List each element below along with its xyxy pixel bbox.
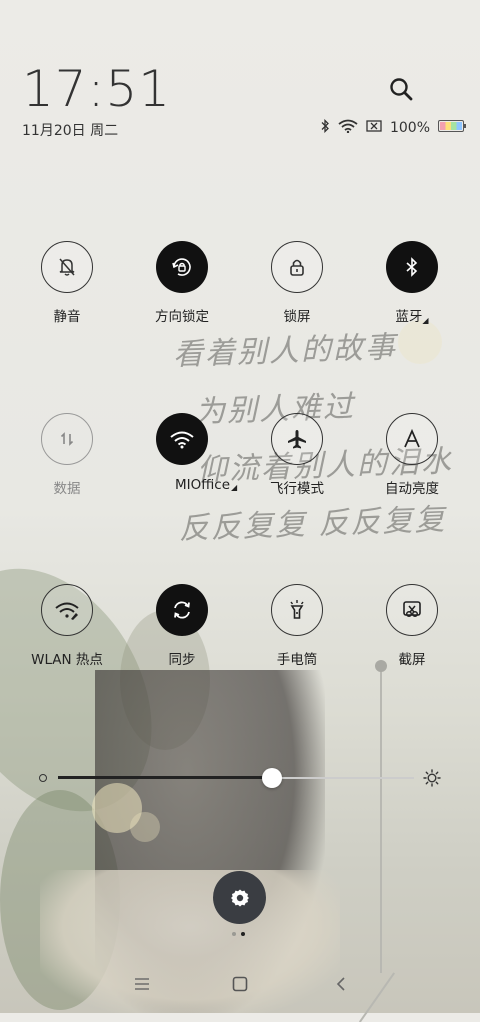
toggle-label-text: MIOffice xyxy=(175,477,231,493)
battery-percent: 100% xyxy=(389,120,430,136)
handwriting-line: 看着别人的故事 xyxy=(172,329,398,373)
toggle-label: 方向锁定 xyxy=(155,309,209,325)
toggle-mobile-data[interactable]: 数据 xyxy=(12,413,122,497)
search-icon[interactable] xyxy=(386,74,418,106)
settings-button[interactable] xyxy=(213,871,266,924)
back-icon xyxy=(336,977,345,991)
toggle-rotation-lock[interactable]: 方向锁定 xyxy=(127,241,237,325)
clock-time[interactable]: 17:51 xyxy=(22,60,171,118)
battery-icon xyxy=(438,120,466,136)
toggle-mute[interactable]: 静音 xyxy=(12,241,122,325)
sync-icon xyxy=(156,584,208,636)
menu-caret-icon[interactable]: ◢ xyxy=(422,316,428,325)
toggle-label: 静音 xyxy=(53,309,81,325)
brightness-low-icon xyxy=(39,774,47,782)
flashlight-icon xyxy=(271,584,323,636)
toggle-lock-screen[interactable]: 锁屏 xyxy=(242,241,352,325)
toggle-label-text: 蓝牙 xyxy=(395,309,423,325)
lock-icon xyxy=(271,241,323,293)
toggle-label: 同步 xyxy=(168,652,196,668)
toggle-label: 蓝牙◢ xyxy=(357,305,467,325)
toggle-label: 数据 xyxy=(53,481,81,497)
bell-off-icon xyxy=(41,241,93,293)
nav-back-button[interactable] xyxy=(329,972,353,996)
mobile-data-icon xyxy=(41,413,93,465)
toggle-label: MIOffice xyxy=(175,477,233,493)
brightness-slider-handle[interactable] xyxy=(261,768,282,788)
background-figure-sweater xyxy=(40,870,340,1013)
page-dot-active xyxy=(241,932,245,936)
toggle-screenshot[interactable]: 截屏 xyxy=(357,584,467,668)
screenshot-icon xyxy=(386,584,438,636)
rotation-lock-icon xyxy=(156,241,208,293)
decorative-dot xyxy=(375,660,387,672)
no-sim-icon xyxy=(366,120,382,136)
menu-icon xyxy=(135,978,149,990)
toggle-label: 飞行模式 xyxy=(270,481,324,497)
menu-caret-icon[interactable]: ◢ xyxy=(231,483,237,492)
toggle-label: 手电筒 xyxy=(276,652,318,668)
toggle-label: 自动亮度 xyxy=(385,481,439,497)
auto-brightness-icon xyxy=(386,413,438,465)
status-bar: 100% xyxy=(320,118,466,137)
decorative-line xyxy=(358,972,395,1022)
nav-menu-button[interactable] xyxy=(130,972,154,996)
hotspot-icon xyxy=(41,584,93,636)
brightness-slider-fill xyxy=(58,776,272,779)
toggle-sync[interactable]: 同步 xyxy=(127,584,237,668)
toggle-flashlight[interactable]: 手电筒 xyxy=(242,584,352,668)
bluetooth-icon xyxy=(320,118,330,137)
toggle-hotspot[interactable]: WLAN 热点 xyxy=(12,584,122,668)
page-indicator xyxy=(232,932,245,936)
toggle-wifi[interactable]: MIOffice ◢ xyxy=(127,413,237,493)
toggle-bluetooth[interactable]: 蓝牙◢ xyxy=(357,241,467,325)
wifi-icon xyxy=(338,119,358,137)
airplane-icon xyxy=(271,413,323,465)
toggle-label: 锁屏 xyxy=(283,309,311,325)
wifi-icon xyxy=(156,413,208,465)
toggle-label: WLAN 热点 xyxy=(31,652,103,668)
home-icon xyxy=(232,976,248,992)
bluetooth-icon xyxy=(386,241,438,293)
toggle-airplane-mode[interactable]: 飞行模式 xyxy=(242,413,352,497)
nav-home-button[interactable] xyxy=(228,972,252,996)
toggle-label: 截屏 xyxy=(398,652,426,668)
handwriting-line: 反反复复 反反复复 xyxy=(178,502,448,547)
brightness-high-icon xyxy=(423,769,441,787)
decorative-line xyxy=(380,666,382,973)
toggle-auto-brightness[interactable]: 自动亮度 xyxy=(357,413,467,497)
page-dot xyxy=(232,932,236,936)
clock-date[interactable]: 11月20日 周二 xyxy=(22,120,118,140)
gear-icon xyxy=(230,889,249,906)
background-bokeh xyxy=(130,812,160,842)
